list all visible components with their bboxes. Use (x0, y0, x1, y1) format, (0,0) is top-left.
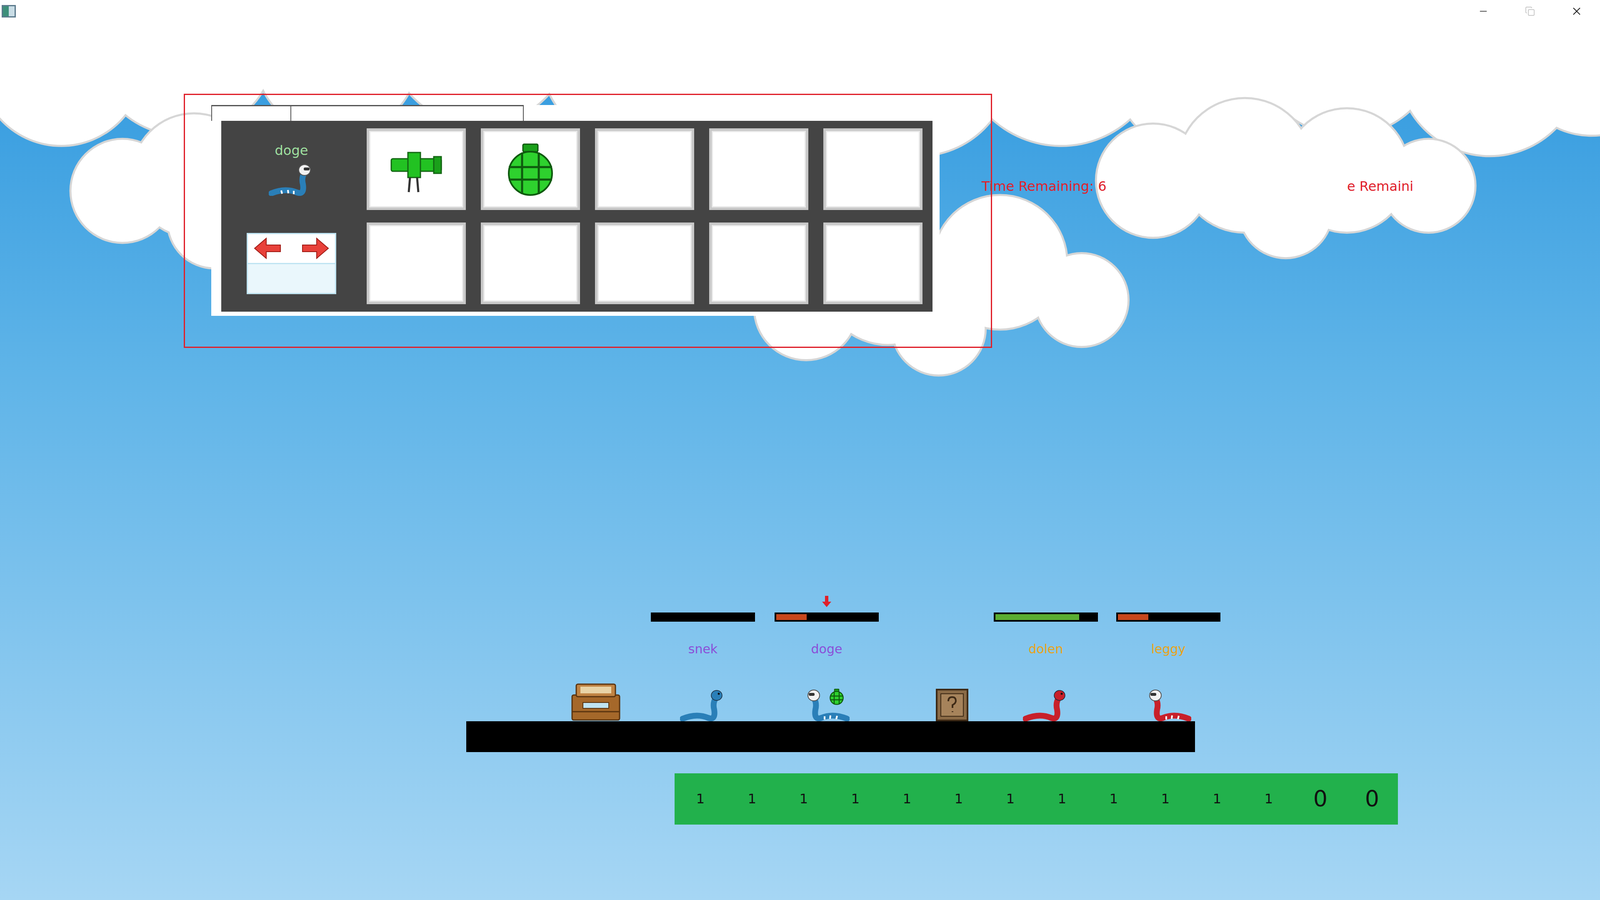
left-arrow-icon[interactable] (252, 236, 283, 260)
worm[interactable]: snek (640, 612, 766, 722)
snek-worm-icon (680, 685, 726, 722)
maximize-button[interactable] (1506, 0, 1554, 23)
current-worm-icon (268, 160, 315, 196)
weapon-slot[interactable] (709, 128, 809, 210)
mystery-box[interactable] (935, 688, 969, 722)
worm[interactable]: leggy (1105, 612, 1231, 722)
ground (466, 721, 1195, 753)
counter-cell: 1 (1242, 790, 1295, 807)
health-bar (774, 612, 879, 622)
game-window: doge Time Remaining: 6 e Remaini snek doge do… (0, 0, 1600, 900)
tab[interactable] (211, 105, 291, 121)
counter-cell: 1 (674, 790, 727, 807)
tab-strip (211, 105, 940, 121)
weapon-slot[interactable] (595, 222, 695, 305)
counter-cell: 0 (1294, 785, 1347, 813)
counter-cell: 1 (881, 790, 933, 807)
counter-cell: 1 (829, 790, 882, 807)
window-controls (1460, 0, 1600, 23)
held-grenade-icon (827, 687, 846, 706)
right-arrow-icon[interactable] (300, 236, 330, 260)
timer-text: e Remaini (1347, 178, 1414, 195)
worm-name: leggy (1151, 641, 1186, 657)
mystery-box-icon (935, 688, 969, 722)
counter-bar: 11111111111100 (674, 773, 1398, 825)
weapon-slot[interactable] (595, 128, 695, 210)
counter-cell: 0 (1346, 785, 1398, 813)
selector-box (246, 232, 337, 295)
weapon-slot[interactable] (480, 222, 580, 305)
tab[interactable] (290, 105, 524, 121)
weapon-slot[interactable] (823, 128, 923, 210)
health-bar (650, 612, 755, 622)
worm[interactable]: dolen (983, 612, 1109, 722)
app-icon (1, 5, 16, 18)
counter-cell: 1 (1036, 790, 1088, 807)
title-bar (0, 0, 1600, 23)
worm-selector (231, 222, 352, 305)
minimize-button[interactable] (1460, 0, 1507, 23)
health-bar (1116, 612, 1221, 622)
doge-worm-icon (803, 685, 850, 722)
restore-icon (1525, 6, 1535, 17)
worm-name: snek (688, 641, 718, 657)
close-button[interactable] (1553, 0, 1600, 23)
bazooka-icon (387, 140, 446, 199)
leggy-worm-icon (1145, 685, 1192, 722)
weapon-grid: doge (221, 120, 933, 312)
close-icon (1570, 5, 1583, 18)
turn-arrow-icon (821, 595, 832, 608)
current-worm: doge (231, 128, 352, 210)
chest[interactable] (570, 682, 622, 722)
counter-cell: 1 (777, 790, 830, 807)
weapon-slot[interactable] (480, 128, 580, 210)
counter-cell: 1 (932, 790, 985, 807)
counter-cell: 1 (1139, 790, 1192, 807)
weapon-slot[interactable] (366, 128, 466, 210)
counter-cell: 1 (1191, 790, 1243, 807)
counter-cell: 1 (726, 790, 778, 807)
minimize-icon (1477, 5, 1489, 17)
grenade-icon (501, 140, 560, 199)
weapon-sheet: doge (211, 105, 940, 316)
counter-cell: 1 (1087, 790, 1140, 807)
counter-cell: 1 (984, 790, 1037, 807)
worm[interactable]: doge (764, 612, 890, 722)
dolen-worm-icon (1022, 685, 1069, 722)
weapon-slot[interactable] (823, 222, 923, 305)
worm-name: doge (811, 641, 843, 657)
worm-name: dolen (1028, 641, 1063, 657)
chest-icon (570, 682, 622, 722)
weapon-slot[interactable] (366, 222, 466, 305)
current-worm-name: doge (275, 142, 309, 159)
timer-text: Time Remaining: 6 (981, 178, 1107, 195)
weapon-panel: doge (183, 93, 993, 348)
weapon-slot[interactable] (709, 222, 809, 305)
game-scene: doge Time Remaining: 6 e Remaini snek doge do… (0, 22, 1600, 900)
health-bar (993, 612, 1098, 622)
